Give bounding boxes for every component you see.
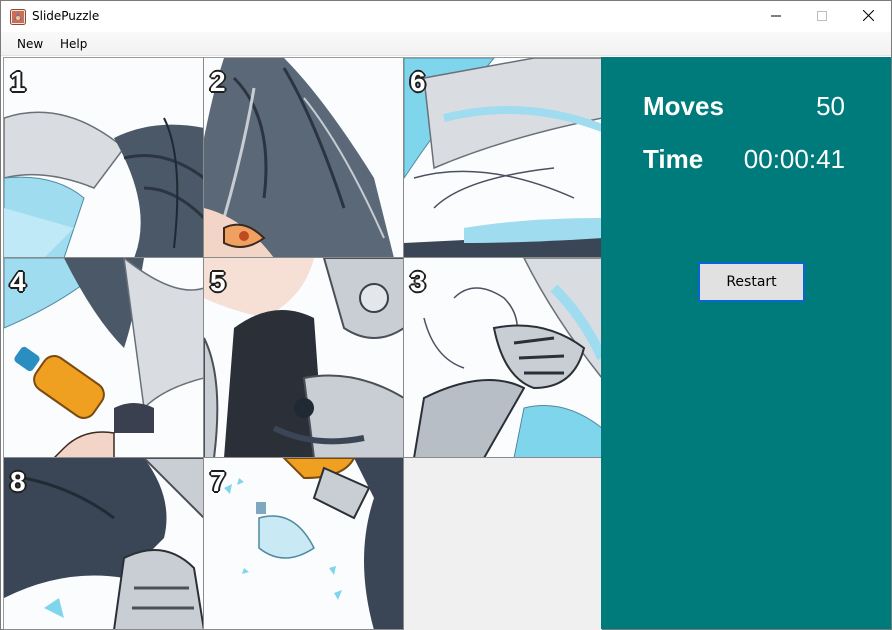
puzzle-tile[interactable]: 7 bbox=[204, 458, 404, 630]
tile-number: 2 bbox=[210, 66, 226, 97]
tile-image bbox=[4, 458, 203, 629]
puzzle-tile[interactable]: 4 bbox=[4, 258, 204, 458]
tile-image bbox=[4, 58, 203, 257]
maximize-button[interactable] bbox=[799, 1, 845, 32]
tile-number: 8 bbox=[10, 466, 26, 497]
puzzle-tile[interactable]: 8 bbox=[4, 458, 204, 630]
menu-item-help[interactable]: Help bbox=[60, 37, 87, 51]
maximize-icon bbox=[817, 8, 827, 26]
menu-item-new[interactable]: New bbox=[17, 37, 43, 51]
time-label: Time bbox=[643, 144, 704, 174]
moves-value: 50 bbox=[816, 91, 845, 121]
tile-image bbox=[404, 258, 601, 457]
puzzle-tile[interactable]: 3 bbox=[404, 258, 602, 458]
puzzle-board: 1 2 6 4 5 3 8 7 bbox=[3, 57, 602, 630]
tile-image bbox=[404, 58, 601, 257]
menu-bar: New Help bbox=[1, 32, 891, 56]
puzzle-tile[interactable]: 2 bbox=[204, 58, 404, 258]
tile-number: 1 bbox=[10, 66, 26, 97]
moves-label: Moves bbox=[643, 91, 724, 121]
close-icon bbox=[862, 8, 874, 26]
tile-image bbox=[4, 258, 203, 457]
tile-image bbox=[204, 458, 403, 629]
tile-number: 4 bbox=[10, 266, 26, 297]
puzzle-tile[interactable]: 1 bbox=[4, 58, 204, 258]
empty-slot[interactable] bbox=[404, 458, 602, 630]
title-bar[interactable]: SlidePuzzle bbox=[1, 1, 891, 32]
puzzle-app-icon bbox=[10, 9, 26, 25]
window-title: SlidePuzzle bbox=[32, 9, 100, 23]
tile-number: 7 bbox=[210, 466, 226, 497]
tile-image bbox=[204, 58, 403, 257]
close-button[interactable] bbox=[845, 1, 891, 32]
tile-number: 6 bbox=[410, 66, 426, 97]
minimize-icon bbox=[771, 8, 781, 26]
time-value: 00:00:41 bbox=[743, 144, 845, 174]
info-panel: Moves 50 Time 00:00:41 Restart bbox=[601, 57, 891, 629]
tile-number: 3 bbox=[410, 266, 426, 297]
app-window: SlidePuzzle New Help 1 2 6 4 5 3 8 7 Mov… bbox=[0, 0, 892, 630]
tile-number: 5 bbox=[210, 266, 226, 297]
tile-image bbox=[204, 258, 403, 457]
restart-button[interactable]: Restart bbox=[698, 262, 805, 302]
puzzle-tile[interactable]: 6 bbox=[404, 58, 602, 258]
puzzle-tile[interactable]: 5 bbox=[204, 258, 404, 458]
minimize-button[interactable] bbox=[753, 1, 799, 32]
